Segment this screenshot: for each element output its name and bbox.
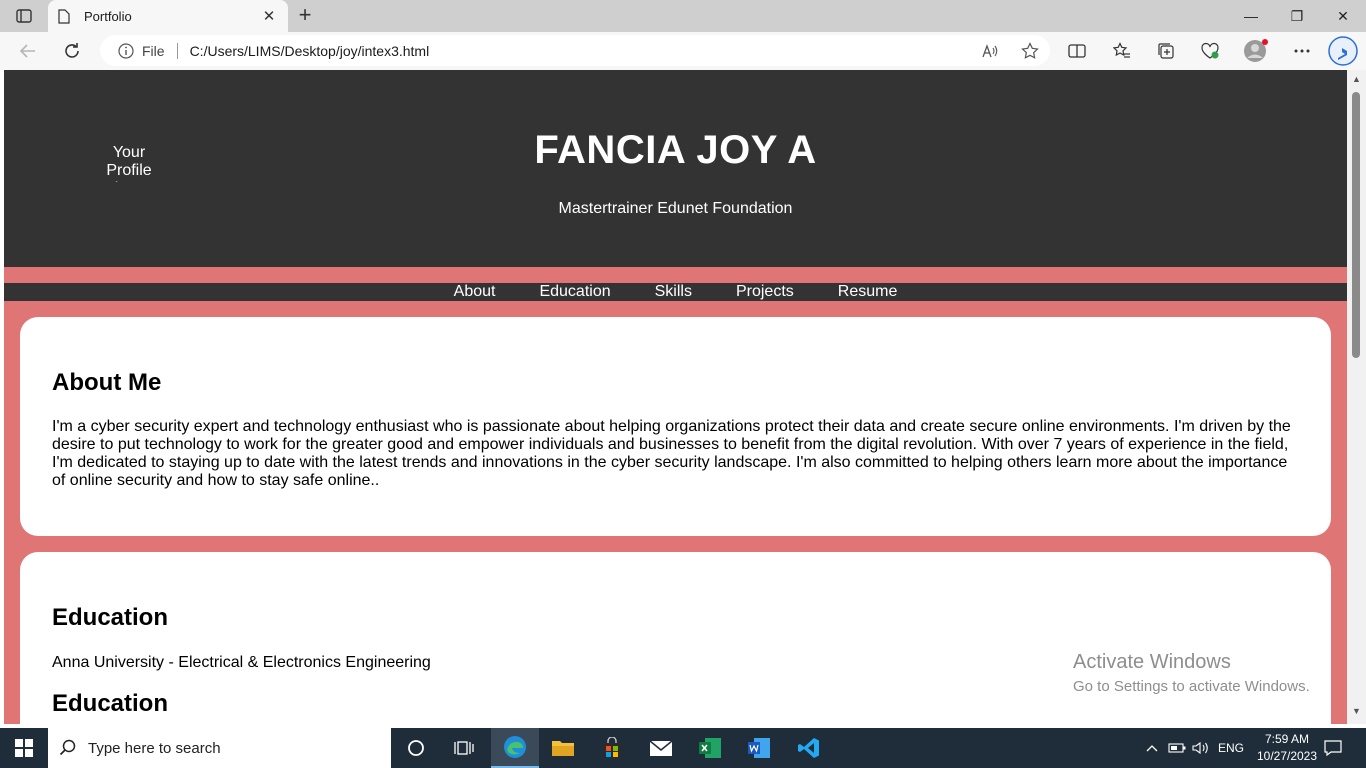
collections-icon[interactable] <box>1150 38 1182 64</box>
activate-windows-watermark: Activate Windows Go to Settings to activ… <box>1073 651 1310 695</box>
browser-toolbar: File C:/Users/LIMS/Desktop/joy/intex3.ht… <box>0 32 1366 70</box>
cortana-icon[interactable] <box>392 728 440 768</box>
about-heading: About Me <box>52 369 162 396</box>
page-icon <box>58 8 74 24</box>
site-title: FANCIA JOY A <box>534 128 817 172</box>
excel-icon[interactable] <box>686 728 734 768</box>
split-screen-icon[interactable] <box>1061 38 1093 64</box>
nav-link-about[interactable]: About <box>454 283 496 301</box>
read-aloud-icon[interactable] <box>970 35 1010 66</box>
task-view-icon[interactable] <box>440 728 488 768</box>
language-indicator[interactable]: ENG <box>1214 728 1248 768</box>
notification-icon[interactable] <box>1320 728 1346 768</box>
education-heading: Education <box>52 604 169 631</box>
restore-button[interactable]: ❐ <box>1274 0 1320 32</box>
taskbar-clock[interactable]: 7:59 AM 10/27/2023 <box>1252 731 1322 765</box>
watermark-subtitle: Go to Settings to activate Windows. <box>1073 678 1310 695</box>
clock-time: 7:59 AM <box>1264 732 1310 746</box>
profile-avatar-icon[interactable] <box>1240 38 1272 64</box>
nav-link-education[interactable]: Education <box>539 283 610 301</box>
show-hidden-icons-icon[interactable] <box>1142 728 1162 768</box>
scroll-up-icon[interactable]: ▲ <box>1351 74 1362 86</box>
site-subtitle: Mastertrainer Edunet Foundation <box>558 200 793 217</box>
browser-essentials-icon[interactable] <box>1194 38 1226 64</box>
back-icon[interactable] <box>14 38 42 64</box>
nav-link-skills[interactable]: Skills <box>655 283 692 301</box>
clock-date: 10/27/2023 <box>1256 749 1318 763</box>
nav-link-resume[interactable]: Resume <box>838 283 898 301</box>
refresh-icon[interactable] <box>58 38 86 64</box>
search-icon <box>48 739 88 757</box>
about-section: About Me I'm a cyber security expert and… <box>20 317 1331 536</box>
page-viewport: Your Profile Picture FANCIA JOY A Master… <box>4 70 1347 724</box>
tab-title: Portfolio <box>84 8 132 24</box>
volume-icon[interactable] <box>1190 728 1212 768</box>
browser-tab[interactable]: Portfolio ✕ <box>48 0 288 32</box>
site-header: Your Profile Picture FANCIA JOY A Master… <box>4 70 1347 267</box>
address-url[interactable]: C:/Users/LIMS/Desktop/joy/intex3.html <box>190 43 970 59</box>
about-text: I'm a cyber security expert and technolo… <box>52 418 1291 489</box>
nav-link-projects[interactable]: Projects <box>736 283 794 301</box>
battery-icon[interactable] <box>1166 728 1188 768</box>
favorites-icon[interactable] <box>1106 38 1138 64</box>
bing-copilot-icon[interactable] <box>1327 36 1359 66</box>
close-window-button[interactable]: ✕ <box>1320 0 1366 32</box>
taskbar-search-box[interactable]: Type here to search <box>48 728 391 768</box>
word-icon[interactable] <box>735 728 783 768</box>
site-nav: About Education Skills Projects Resume <box>4 283 1347 301</box>
watermark-title: Activate Windows <box>1073 651 1231 673</box>
education-section: Education Anna University - Electrical &… <box>20 552 1331 724</box>
vscode-icon[interactable] <box>785 728 833 768</box>
tab-actions-icon[interactable] <box>12 6 36 26</box>
windows-taskbar: Type here to search ENG 7:59 AM 10/27/20… <box>0 728 1366 768</box>
info-icon[interactable] <box>117 42 135 60</box>
address-scheme-label: File <box>142 42 165 59</box>
scroll-down-icon[interactable]: ▼ <box>1351 706 1362 718</box>
microsoft-store-icon[interactable] <box>588 728 636 768</box>
search-placeholder: Type here to search <box>88 739 221 757</box>
file-explorer-icon[interactable] <box>539 728 587 768</box>
tab-close-icon[interactable]: ✕ <box>260 7 278 25</box>
address-separator <box>176 42 178 59</box>
new-tab-button[interactable]: + <box>294 4 316 27</box>
scroll-thumb[interactable] <box>1352 92 1360 358</box>
mail-icon[interactable] <box>637 728 685 768</box>
page-scrollbar[interactable]: ▲ ▼ <box>1347 70 1366 724</box>
settings-more-icon[interactable] <box>1286 38 1318 64</box>
windows-start-icon[interactable] <box>0 728 48 768</box>
favorite-star-icon[interactable] <box>1010 35 1050 66</box>
address-bar[interactable]: File C:/Users/LIMS/Desktop/joy/intex3.ht… <box>100 35 1050 66</box>
minimize-button[interactable]: — <box>1228 0 1274 32</box>
edge-icon[interactable] <box>491 728 539 768</box>
browser-tab-bar: Portfolio ✕ + — ❐ ✕ <box>0 0 1366 32</box>
